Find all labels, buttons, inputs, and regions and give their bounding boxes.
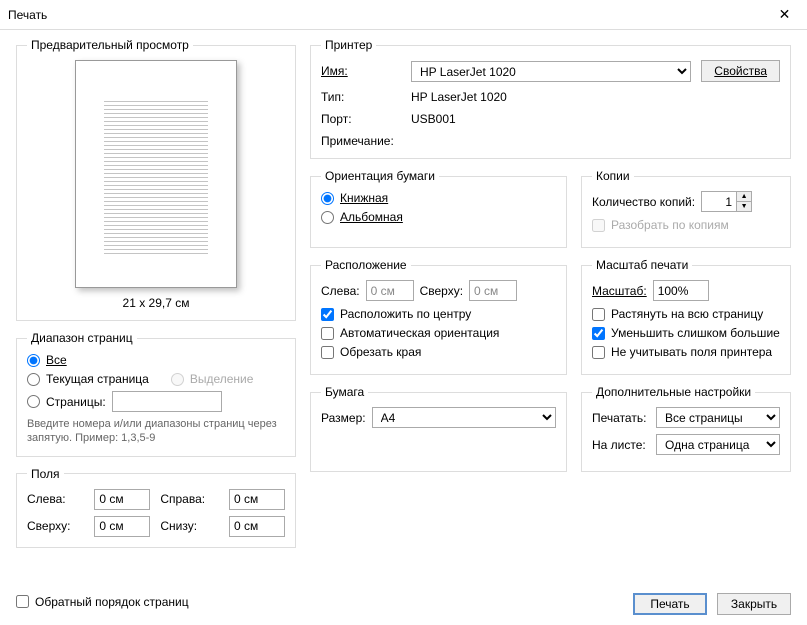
range-current-label: Текущая страница xyxy=(46,372,149,386)
copies-count-input[interactable] xyxy=(702,192,736,211)
copies-spinner[interactable]: ▲▼ xyxy=(701,191,752,212)
spin-down-icon[interactable]: ▼ xyxy=(737,202,751,211)
position-top-label: Сверху: xyxy=(420,284,463,298)
margin-top-label: Сверху: xyxy=(27,519,84,533)
margin-right-label: Справа: xyxy=(160,492,219,506)
printer-note-label: Примечание: xyxy=(321,134,401,148)
collate-checkbox xyxy=(592,219,605,232)
collate-label: Разобрать по копиям xyxy=(611,218,729,232)
stretch-checkbox[interactable] xyxy=(592,308,605,321)
center-checkbox[interactable] xyxy=(321,308,334,321)
paper-legend: Бумага xyxy=(321,385,368,399)
margin-right-input[interactable] xyxy=(229,489,285,510)
auto-orient-label: Автоматическая ориентация xyxy=(340,326,499,340)
extra-print-select[interactable]: Все страницы xyxy=(656,407,780,428)
reverse-order-checkbox[interactable] xyxy=(16,595,29,608)
range-pages-input[interactable] xyxy=(112,391,222,412)
printer-type-label: Тип: xyxy=(321,90,401,104)
range-all-radio[interactable] xyxy=(27,354,40,367)
ignore-margins-label: Не учитывать поля принтера xyxy=(611,345,772,359)
range-current-radio[interactable] xyxy=(27,373,40,386)
position-top-input xyxy=(469,280,517,301)
crop-checkbox[interactable] xyxy=(321,346,334,359)
print-button[interactable]: Печать xyxy=(633,593,707,615)
ignore-margins-checkbox[interactable] xyxy=(592,346,605,359)
orientation-landscape-radio[interactable] xyxy=(321,211,334,224)
close-button[interactable]: Закрыть xyxy=(717,593,791,615)
position-left-label: Слева: xyxy=(321,284,360,298)
window-title: Печать xyxy=(8,8,47,22)
crop-label: Обрезать края xyxy=(340,345,421,359)
printer-name-select[interactable]: HP LaserJet 1020 xyxy=(411,61,691,82)
center-label: Расположить по центру xyxy=(340,307,471,321)
copies-legend: Копии xyxy=(592,169,634,183)
range-selection-radio xyxy=(171,373,184,386)
printer-properties-button[interactable]: Свойства xyxy=(701,60,780,82)
range-pages-label: Страницы: xyxy=(46,395,106,409)
orientation-portrait-radio[interactable] xyxy=(321,192,334,205)
stretch-label: Растянуть на всю страницу xyxy=(611,307,763,321)
shrink-checkbox[interactable] xyxy=(592,327,605,340)
auto-orient-checkbox[interactable] xyxy=(321,327,334,340)
copies-count-label: Количество копий: xyxy=(592,195,695,209)
printer-legend: Принтер xyxy=(321,38,376,52)
paper-size-label: Размер: xyxy=(321,411,366,425)
margin-left-input[interactable] xyxy=(94,489,150,510)
orientation-landscape-label: Альбомная xyxy=(340,210,403,224)
shrink-label: Уменьшить слишком большие xyxy=(611,326,780,340)
printer-name-label: Имя: xyxy=(321,64,401,78)
scale-label: Масштаб: xyxy=(592,284,647,298)
extra-persheet-label: На листе: xyxy=(592,438,650,452)
reverse-order-label: Обратный порядок страниц xyxy=(35,595,189,609)
spin-up-icon[interactable]: ▲ xyxy=(737,192,751,202)
printer-type-value: HP LaserJet 1020 xyxy=(411,90,691,104)
position-left-input xyxy=(366,280,414,301)
paper-size-select[interactable]: A4 xyxy=(372,407,556,428)
range-selection-label: Выделение xyxy=(190,372,254,386)
range-pages-radio[interactable] xyxy=(27,395,40,408)
preview-legend: Предварительный просмотр xyxy=(27,38,193,52)
extra-legend: Дополнительные настройки xyxy=(592,385,755,399)
page-dimensions: 21 x 29,7 см xyxy=(123,296,190,310)
close-icon[interactable]: ✕ xyxy=(762,0,807,30)
printer-port-value: USB001 xyxy=(411,112,691,126)
scale-legend: Масштаб печати xyxy=(592,258,692,272)
margin-left-label: Слева: xyxy=(27,492,84,506)
margin-bottom-label: Снизу: xyxy=(160,519,219,533)
margin-top-input[interactable] xyxy=(94,516,150,537)
position-legend: Расположение xyxy=(321,258,411,272)
scale-input[interactable] xyxy=(653,280,709,301)
range-legend: Диапазон страниц xyxy=(27,331,137,345)
range-hint: Введите номера и/или диапазоны страниц ч… xyxy=(27,417,285,446)
page-preview xyxy=(75,60,237,288)
margin-bottom-input[interactable] xyxy=(229,516,285,537)
printer-port-label: Порт: xyxy=(321,112,401,126)
range-all-label: Все xyxy=(46,353,67,367)
extra-print-label: Печатать: xyxy=(592,411,650,425)
orientation-legend: Ориентация бумаги xyxy=(321,169,439,183)
orientation-portrait-label: Книжная xyxy=(340,191,388,205)
margins-legend: Поля xyxy=(27,467,64,481)
extra-persheet-select[interactable]: Одна страница xyxy=(656,434,780,455)
